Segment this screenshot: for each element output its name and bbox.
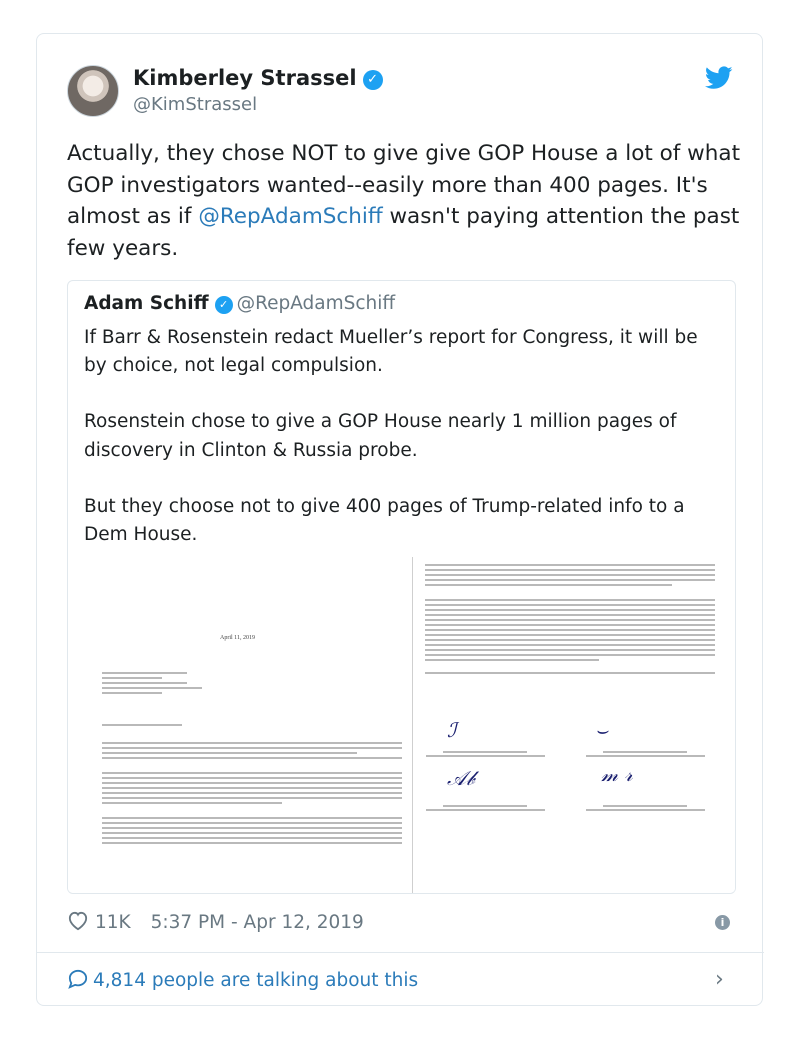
author-name-text[interactable]: Kimberley Strassel: [133, 66, 357, 90]
quoted-author[interactable]: Adam Schiff ✓ @RepAdamSchiff: [84, 293, 395, 314]
signature-warner: 𝓂 𝓇: [601, 762, 633, 786]
signature-schiff: 𝒜𝒷: [447, 766, 475, 790]
author-handle[interactable]: @KimStrassel: [133, 94, 257, 115]
tweet-card: Kimberley Strassel ✓ @KimStrassel Actuall…: [36, 33, 764, 1006]
chevron-right-icon[interactable]: ›: [715, 967, 724, 992]
quoted-tweet[interactable]: Adam Schiff ✓ @RepAdamSchiff If Barr & Ros…: [67, 280, 736, 894]
verified-badge-icon: ✓: [362, 70, 383, 90]
tweet-meta: 11K 5:37 PM - Apr 12, 2019: [67, 911, 364, 933]
quoted-paragraph: If Barr & Rosenstein redact Mueller’s re…: [84, 327, 698, 377]
signature-feinstein: ⌣: [595, 718, 609, 742]
info-icon[interactable]: i: [715, 915, 730, 930]
quoted-paragraph: Rosenstein chose to give a GOP House nea…: [84, 411, 677, 461]
twitter-bird-icon[interactable]: [705, 66, 733, 90]
heart-icon: [68, 911, 88, 931]
signature-label: [415, 749, 555, 759]
verified-badge-icon: ✓: [214, 296, 233, 314]
quoted-text: If Barr & Rosenstein redact Mueller’s re…: [84, 324, 724, 549]
tweet-timestamp[interactable]: 5:37 PM - Apr 12, 2019: [151, 912, 364, 933]
conversation-text[interactable]: 4,814 people are talking about this: [93, 970, 418, 991]
signature-nadler: ℐ: [447, 718, 457, 742]
signature-block: ℐ ⌣ 𝒜𝒷 𝓂 𝓇: [425, 718, 725, 837]
author-display-name[interactable]: Kimberley Strassel ✓: [133, 66, 383, 90]
letter-page-2: ℐ ⌣ 𝒜𝒷 𝓂 𝓇: [412, 557, 730, 893]
mention-link[interactable]: @RepAdamSchiff: [198, 204, 382, 229]
conversation-link[interactable]: 4,814 people are talking about this: [67, 969, 418, 991]
signature-label: [415, 803, 555, 813]
tweet-text: Actually, they chose NOT to give give GO…: [67, 138, 747, 265]
letter-date: April 11, 2019: [220, 635, 255, 641]
quoted-display-name[interactable]: Adam Schiff: [84, 293, 209, 314]
quoted-paragraph: But they choose not to give 400 pages of…: [84, 495, 685, 546]
comment-bubble-icon: [68, 969, 88, 989]
like-button[interactable]: 11K: [67, 911, 137, 933]
author-avatar[interactable]: [67, 65, 119, 117]
letter-image[interactable]: April 11, 2019 ℐ ⌣ 𝒜𝒷 𝓂 𝓇: [68, 557, 735, 893]
signature-label: [575, 749, 715, 759]
signature-label: [575, 803, 715, 813]
quoted-handle[interactable]: @RepAdamSchiff: [237, 293, 396, 314]
letter-page-1: April 11, 2019: [102, 591, 402, 891]
like-count[interactable]: 11K: [95, 912, 131, 933]
footer-divider: [37, 952, 764, 953]
